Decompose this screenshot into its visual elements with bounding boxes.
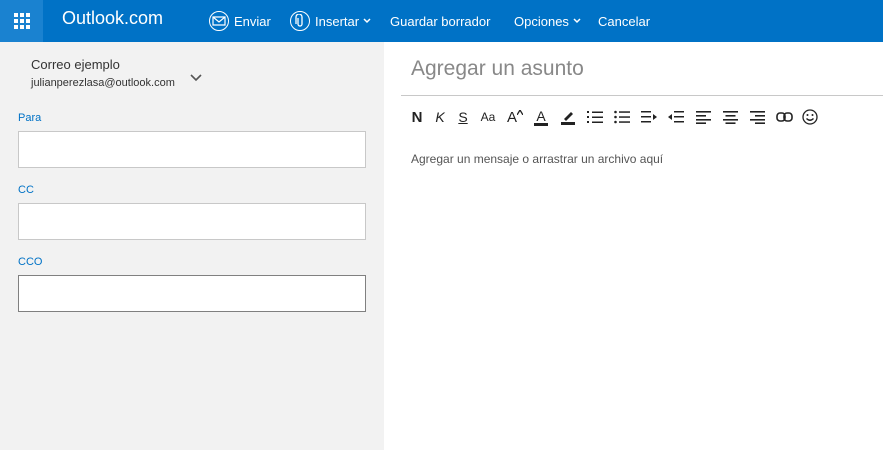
bcc-label: CCO [18,256,43,268]
bold-button[interactable]: N [406,106,428,128]
options-button[interactable]: Opciones [514,0,581,42]
grow-font-label: A [506,108,517,126]
align-right-icon [749,110,765,124]
waffle-icon [13,13,30,29]
link-button[interactable] [773,106,795,128]
caret-up-icon [517,110,523,115]
font-color-button[interactable]: A [530,106,552,128]
grow-font-button[interactable]: A [504,106,526,128]
send-button[interactable]: Enviar [209,0,271,42]
recipients-pane: Correo ejemplo julianperezlasa@outlook.c… [0,42,384,450]
bcc-input[interactable] [19,276,365,311]
chevron-down-icon [363,16,371,26]
subject-divider [401,95,883,96]
numbered-list-button[interactable] [584,106,606,128]
font-size-button[interactable]: Aa [477,106,499,128]
link-icon [775,112,793,122]
increase-indent-button[interactable] [665,106,687,128]
brand-logo[interactable]: Outlook.com [62,8,163,29]
emoji-icon [802,109,818,125]
send-icon [209,11,229,31]
numbered-list-icon [587,111,603,123]
cc-input[interactable] [19,204,365,239]
chevron-down-icon [573,16,581,26]
cancel-button[interactable]: Cancelar [598,0,650,42]
account-name: Correo ejemplo [31,57,120,72]
underline-button[interactable]: S [452,106,474,128]
cc-field[interactable] [18,203,366,240]
emoji-button[interactable] [799,106,821,128]
insert-label: Insertar [315,13,360,29]
align-left-icon [695,110,711,124]
highlight-button[interactable] [557,106,579,128]
decrease-indent-icon [641,111,657,123]
to-label: Para [18,112,42,124]
message-body[interactable]: Agregar un mensaje o arrastrar un archiv… [411,152,663,166]
font-color-label: A [536,107,546,124]
to-input[interactable] [19,132,365,167]
bullet-list-icon [614,110,630,124]
align-center-button[interactable] [719,106,741,128]
highlight-icon [561,112,575,125]
insert-button[interactable]: Insertar [290,0,371,42]
paperclip-icon [290,11,310,31]
bullet-list-button[interactable] [611,106,633,128]
save-draft-button[interactable]: Guardar borrador [390,0,490,42]
cc-label: CC [18,184,34,196]
bcc-field[interactable] [18,275,366,312]
increase-indent-icon [668,111,684,123]
to-field[interactable] [18,131,366,168]
top-bar: Outlook.com Enviar Insertar Guardar borr… [0,0,883,42]
align-left-button[interactable] [692,106,714,128]
align-right-button[interactable] [746,106,768,128]
decrease-indent-button[interactable] [638,106,660,128]
account-email: julianperezlasa@outlook.com [31,77,175,89]
font-color-swatch [534,122,548,126]
account-chevron-down-icon[interactable] [190,67,202,82]
options-label: Opciones [514,13,569,29]
subject-field[interactable]: Agregar un asunto [411,57,584,81]
align-center-icon [722,110,738,124]
send-label: Enviar [234,13,271,29]
italic-button[interactable]: K [429,106,451,128]
app-launcher-button[interactable] [0,0,43,42]
